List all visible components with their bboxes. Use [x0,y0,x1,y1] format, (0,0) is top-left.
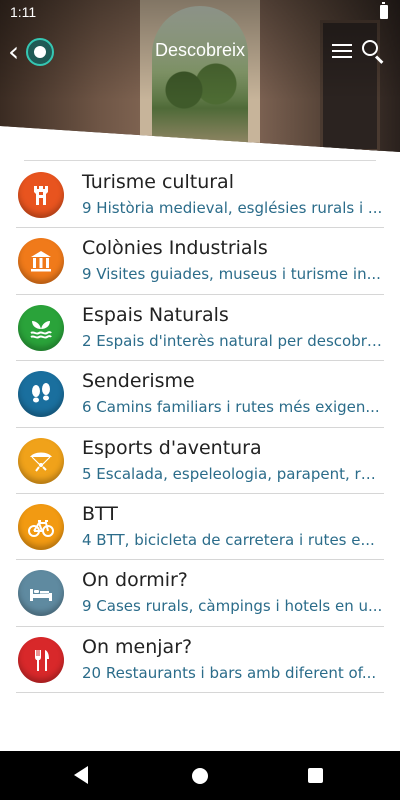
status-time: 1:11 [10,4,37,20]
category-description: 20 Restaurants i bars amb diferent of... [82,663,377,682]
category-name: Espais Naturals [82,303,229,326]
bicycle-icon [18,503,64,550]
category-item-on-menjar[interactable]: On menjar? 20 Restaurants i bars amb dif… [16,627,384,694]
category-name: Senderisme [82,370,195,393]
footprints-icon [18,371,64,418]
system-navigation-bar [0,751,400,800]
category-description: 4 BTT, bicicleta de carretera i rutes e.… [82,530,375,549]
category-name: Esports d'aventura [82,436,262,459]
category-name: BTT [82,502,118,525]
nav-recents-icon[interactable] [308,768,323,783]
category-description: 9 Història medieval, esglésies rurals i … [82,199,383,217]
category-description: 2 Espais d'interès natural per descobri.… [82,331,384,350]
bed-icon [18,570,64,617]
nav-home-icon[interactable] [192,768,208,784]
category-item-espais-naturals[interactable]: Espais Naturals 2 Espais d'interès natur… [16,295,384,362]
status-bar: 1:11 [0,0,400,24]
hamburger-icon [332,44,352,46]
nav-back-icon[interactable] [74,766,88,784]
category-list: Turisme cultural 9 Història medieval, es… [16,162,384,694]
battery-icon [380,2,388,19]
castle-tower-icon [18,172,64,218]
menu-button[interactable] [332,42,354,60]
category-item-senderisme[interactable]: Senderisme 6 Camins familiars i rutes mé… [16,361,384,428]
app-bar: ‹ Descobreix [0,28,400,76]
category-name: On menjar? [82,635,193,658]
category-item-btt[interactable]: BTT 4 BTT, bicicleta de carretera i rute… [16,494,384,561]
category-name: Turisme cultural [82,171,234,193]
fork-knife-icon [18,636,64,683]
leaf-water-icon [18,304,64,351]
category-description: 9 Cases rurals, càmpings i hotels en u..… [82,597,383,616]
list-divider [24,160,376,161]
search-button[interactable] [360,38,388,66]
paraglider-icon [18,437,64,484]
category-name: Colònies Industrials [82,237,268,260]
museum-columns-icon [18,238,64,285]
category-item-on-dormir[interactable]: On dormir? 9 Cases rurals, càmpings i ho… [16,560,384,627]
search-icon [362,40,378,56]
category-description: 5 Escalada, espeleologia, parapent, ru..… [82,464,384,483]
category-item-turisme-cultural[interactable]: Turisme cultural 9 Història medieval, es… [16,162,384,229]
category-description: 6 Camins familiars i rutes més exigen... [82,398,380,417]
category-description: 9 Visites guiades, museus i turisme in..… [82,265,381,284]
category-item-colonies-industrials[interactable]: Colònies Industrials 9 Visites guiades, … [16,228,384,295]
category-name: On dormir? [82,569,188,592]
category-item-esports-aventura[interactable]: Esports d'aventura 5 Escalada, espeleolo… [16,428,384,494]
